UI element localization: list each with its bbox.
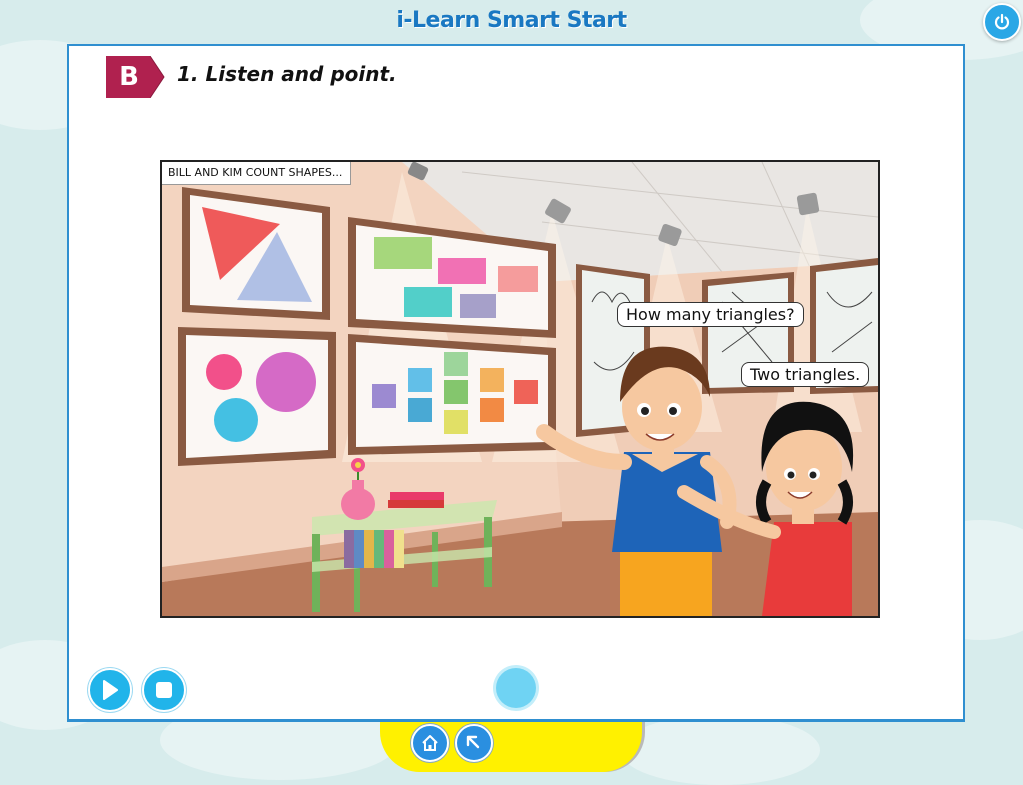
- home-icon: [422, 735, 438, 751]
- app-title: i-Learn Smart Start: [396, 8, 627, 33]
- stop-icon: [156, 682, 172, 698]
- section-badge: B: [106, 55, 166, 99]
- scene-illustration: [162, 162, 878, 616]
- speech-bubble-boy: How many triangles?: [617, 302, 804, 327]
- play-button[interactable]: [88, 668, 132, 712]
- audio-indicator[interactable]: [496, 668, 536, 708]
- instruction-text: 1. Listen and point.: [177, 62, 397, 86]
- back-arrow-icon: [466, 735, 480, 749]
- play-icon: [103, 680, 118, 700]
- scene-caption: BILL AND KIM COUNT SHAPES...: [162, 162, 352, 185]
- power-icon: [994, 13, 1010, 30]
- back-button[interactable]: [455, 724, 493, 762]
- background-cloud: [620, 715, 820, 785]
- speech-bubble-girl: Two triangles.: [741, 362, 870, 387]
- section-letter: B: [119, 62, 139, 92]
- comic-scene: BILL AND KIM COUNT SHAPES... How many tr…: [160, 160, 880, 618]
- stop-button[interactable]: [142, 668, 186, 712]
- power-button[interactable]: [983, 3, 1021, 41]
- home-button[interactable]: [411, 724, 449, 762]
